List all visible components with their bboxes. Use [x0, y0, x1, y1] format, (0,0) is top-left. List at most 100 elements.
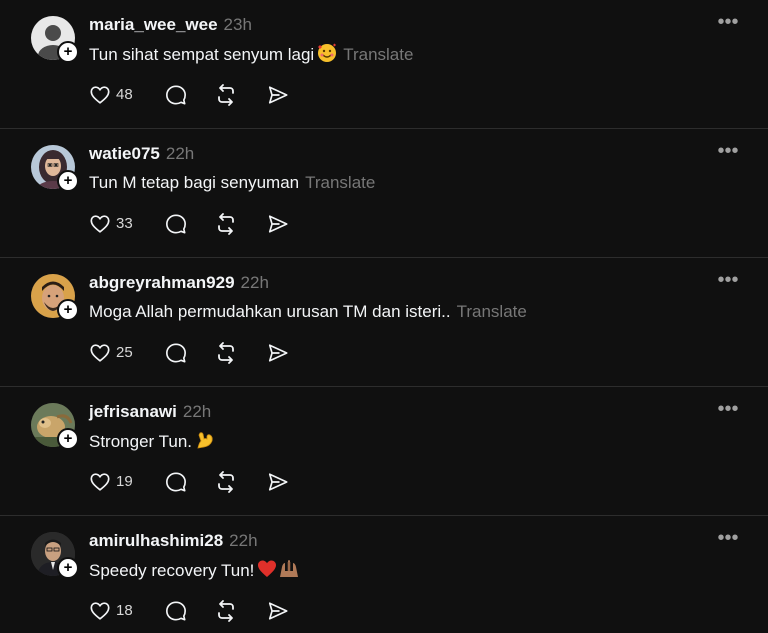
- like-count: 33: [116, 215, 133, 232]
- replies-feed: + maria_wee_wee 23h ••• Tun sihat sempat …: [0, 0, 768, 633]
- reply-button[interactable]: [165, 212, 187, 236]
- action-bar: 18: [89, 599, 329, 623]
- share-button[interactable]: [267, 599, 289, 623]
- reply-post: + watie075 22h ••• Tun M tetap bagi senyu…: [0, 129, 768, 258]
- post-header: abgreyrahman929 22h: [89, 272, 269, 294]
- more-options-icon[interactable]: •••: [716, 12, 740, 32]
- repost-button[interactable]: [214, 341, 238, 365]
- red-heart-icon: [257, 559, 277, 585]
- avatar[interactable]: +: [31, 145, 79, 192]
- avatar[interactable]: +: [31, 403, 79, 450]
- follow-plus-icon[interactable]: +: [57, 299, 79, 321]
- more-options-icon[interactable]: •••: [716, 399, 740, 419]
- repost-button[interactable]: [214, 212, 238, 236]
- like-count: 19: [116, 473, 133, 490]
- folded-hands-icon: [278, 559, 300, 585]
- post-text: Tun M tetap bagi senyuman Translate: [89, 172, 375, 194]
- username[interactable]: maria_wee_wee: [89, 15, 218, 34]
- reply-button[interactable]: [165, 599, 187, 623]
- username[interactable]: abgreyrahman929: [89, 273, 235, 292]
- avatar[interactable]: +: [31, 274, 79, 321]
- timestamp[interactable]: 22h: [166, 144, 194, 163]
- comment-icon: [166, 343, 186, 363]
- like-button[interactable]: 19: [89, 470, 133, 494]
- send-icon: [268, 344, 288, 362]
- repost-icon: [218, 342, 234, 364]
- repost-button[interactable]: [214, 83, 238, 107]
- heart-icon: [90, 86, 110, 104]
- like-count: 25: [116, 344, 133, 361]
- timestamp[interactable]: 22h: [183, 402, 211, 421]
- post-body: Stronger Tun.: [89, 432, 193, 451]
- comment-icon: [166, 214, 186, 234]
- translate-link[interactable]: Translate: [305, 173, 375, 192]
- repost-button[interactable]: [214, 599, 238, 623]
- post-body: Moga Allah permudahkan urusan TM dan ist…: [89, 302, 451, 321]
- action-bar: 33: [89, 212, 329, 236]
- reply-button[interactable]: [165, 470, 187, 494]
- timestamp[interactable]: 22h: [229, 531, 257, 550]
- reply-post: + jefrisanawi 22h ••• Stronger Tun. 19: [0, 387, 768, 516]
- comment-icon: [166, 472, 186, 492]
- follow-plus-icon[interactable]: +: [57, 428, 79, 450]
- send-icon: [268, 473, 288, 491]
- follow-plus-icon[interactable]: +: [57, 170, 79, 192]
- reply-button[interactable]: [165, 83, 187, 107]
- username[interactable]: jefrisanawi: [89, 402, 177, 421]
- share-button[interactable]: [267, 341, 289, 365]
- action-bar: 25: [89, 341, 329, 365]
- like-button[interactable]: 33: [89, 212, 133, 236]
- action-bar: 19: [89, 470, 329, 494]
- send-icon: [268, 86, 288, 104]
- heart-icon: [90, 473, 110, 491]
- repost-icon: [218, 600, 234, 622]
- like-button[interactable]: 48: [89, 83, 133, 107]
- post-header: amirulhashimi28 22h: [89, 530, 258, 552]
- like-button[interactable]: 25: [89, 341, 133, 365]
- repost-button[interactable]: [214, 470, 238, 494]
- post-body: Tun M tetap bagi senyuman: [89, 173, 300, 192]
- reply-button[interactable]: [165, 341, 187, 365]
- share-button[interactable]: [267, 212, 289, 236]
- heart-icon: [90, 344, 110, 362]
- repost-icon: [218, 213, 234, 235]
- post-text: Stronger Tun.: [89, 430, 215, 456]
- like-button[interactable]: 18: [89, 599, 133, 623]
- reply-post: + amirulhashimi28 22h ••• Speedy recovery…: [0, 516, 768, 633]
- follow-plus-icon[interactable]: +: [57, 557, 79, 579]
- flexed-biceps-icon: [195, 430, 215, 456]
- translate-link[interactable]: Translate: [457, 302, 527, 321]
- reply-post: + abgreyrahman929 22h ••• Moga Allah perm…: [0, 258, 768, 387]
- post-text: Moga Allah permudahkan urusan TM dan ist…: [89, 301, 527, 323]
- timestamp[interactable]: 23h: [224, 15, 252, 34]
- comment-icon: [166, 601, 186, 621]
- post-header: maria_wee_wee 23h: [89, 14, 252, 36]
- post-header: jefrisanawi 22h: [89, 401, 211, 423]
- avatar[interactable]: +: [31, 16, 79, 63]
- reply-post: + maria_wee_wee 23h ••• Tun sihat sempat …: [0, 0, 768, 129]
- comment-icon: [166, 85, 186, 105]
- timestamp[interactable]: 22h: [241, 273, 269, 292]
- more-options-icon[interactable]: •••: [716, 270, 740, 290]
- post-body: Tun sihat sempat senyum lagi: [89, 45, 315, 64]
- heart-icon: [90, 215, 110, 233]
- heart-icon: [90, 602, 110, 620]
- more-options-icon[interactable]: •••: [716, 141, 740, 161]
- post-header: watie075 22h: [89, 143, 194, 165]
- share-button[interactable]: [267, 470, 289, 494]
- post-text: Tun sihat sempat senyum lagi Translate: [89, 43, 413, 69]
- send-icon: [268, 602, 288, 620]
- more-options-icon[interactable]: •••: [716, 528, 740, 548]
- post-text: Speedy recovery Tun!: [89, 559, 300, 585]
- username[interactable]: amirulhashimi28: [89, 531, 223, 550]
- translate-link[interactable]: Translate: [343, 45, 413, 64]
- smiling-face-with-hearts-icon: [317, 43, 337, 69]
- action-bar: 48: [89, 83, 329, 107]
- avatar[interactable]: +: [31, 532, 79, 579]
- like-count: 18: [116, 602, 133, 619]
- share-button[interactable]: [267, 83, 289, 107]
- repost-icon: [218, 84, 234, 106]
- username[interactable]: watie075: [89, 144, 160, 163]
- post-body: Speedy recovery Tun!: [89, 561, 255, 580]
- follow-plus-icon[interactable]: +: [57, 41, 79, 63]
